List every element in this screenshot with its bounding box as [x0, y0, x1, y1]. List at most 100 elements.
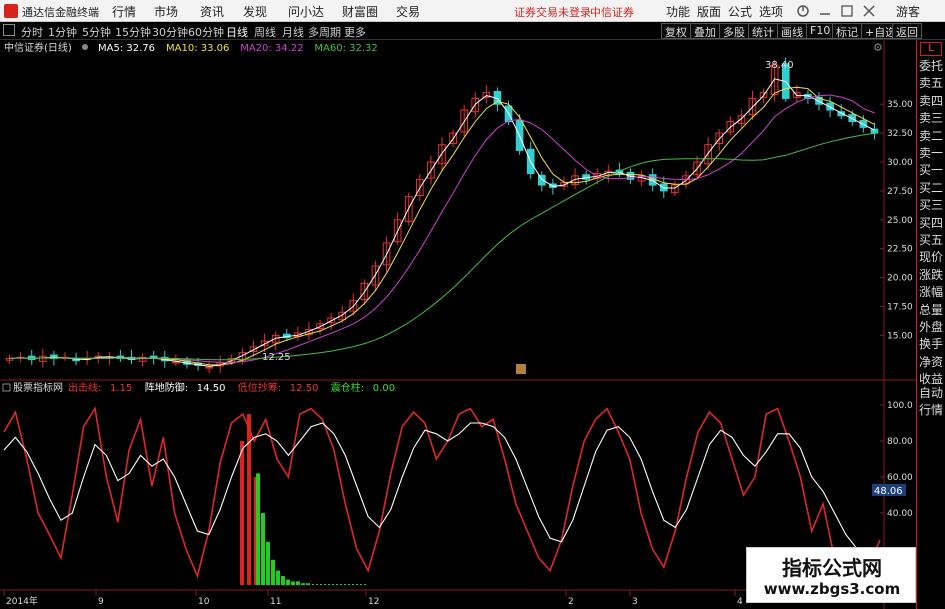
- sidebar-badge[interactable]: L: [920, 42, 942, 56]
- indicator-item-value: 0.00: [373, 383, 395, 394]
- sidebar-item[interactable]: 卖一: [919, 145, 945, 161]
- indicator-item-label: 震仓柱:: [331, 381, 364, 394]
- period-weekly[interactable]: 周线: [254, 24, 276, 40]
- indicator-item-value: 14.50: [197, 383, 226, 394]
- indicator-toggle-icon[interactable]: [2, 383, 11, 392]
- layout-button[interactable]: 版面: [697, 3, 721, 20]
- settings-gear-icon[interactable]: ⚙: [873, 41, 883, 54]
- indicator-name: 股票指标网: [13, 381, 63, 394]
- toolbar-back-icon[interactable]: [3, 24, 15, 36]
- green-tail-dot: [312, 584, 314, 585]
- f10-button[interactable]: F10: [806, 23, 835, 39]
- guest-label[interactable]: 游客: [896, 3, 920, 20]
- green-volume-bar: [276, 570, 280, 585]
- formula-button[interactable]: 公式: [728, 3, 752, 20]
- time-tick-label: 10: [198, 597, 210, 607]
- period-fenshi[interactable]: 分时: [21, 24, 43, 40]
- sidebar-item[interactable]: 买五: [919, 232, 945, 248]
- mark-button[interactable]: 标记: [832, 23, 862, 39]
- function-button[interactable]: 功能: [666, 3, 690, 20]
- ma-toggle-icon[interactable]: [82, 44, 88, 50]
- sidebar-item[interactable]: 卖三: [919, 110, 945, 126]
- ma-legend: MA5: 32.76 MA10: 33.06 MA20: 34.22 MA60: 32…: [82, 43, 378, 54]
- chart-canvas[interactable]: 中信证券(日线) MA5: 32.76 MA10: 33.06 MA20: 34.2…: [0, 40, 916, 609]
- menu-faxian[interactable]: 发现: [243, 3, 267, 20]
- period-multi[interactable]: 多周期: [308, 24, 341, 40]
- price-tick-label: 35.00: [887, 100, 913, 110]
- indicator-bars: [240, 414, 366, 585]
- sidebar-item[interactable]: 卖四: [919, 93, 945, 109]
- sidebar-item[interactable]: 买一: [919, 162, 945, 178]
- statistics-button[interactable]: 统计: [748, 23, 778, 39]
- menu-wenxiaoda[interactable]: 问小达: [288, 3, 324, 20]
- indicator-tick-label: 80.00: [887, 437, 913, 447]
- watermark-url: www.zbgs3.com: [763, 580, 901, 598]
- candlesticks: [5, 57, 879, 374]
- menu-caifuquan[interactable]: 财富圈: [342, 3, 378, 20]
- login-notice[interactable]: 证券交易未登录: [514, 4, 591, 20]
- period-1min[interactable]: 1分钟: [48, 24, 77, 40]
- overlay-button[interactable]: 叠加: [690, 23, 720, 39]
- multi-stock-button[interactable]: 多股: [719, 23, 749, 39]
- green-tail-dot: [352, 584, 354, 585]
- green-volume-bar: [256, 473, 260, 585]
- price-ticks: 35.00 32.50 30.00 27.50 25.00 22.50 20.00 17.50…: [880, 100, 913, 341]
- notification-icon[interactable]: [796, 4, 810, 18]
- green-tail-dot: [344, 584, 346, 585]
- period-5min[interactable]: 5分钟: [82, 24, 111, 40]
- sidebar-item[interactable]: 委托: [919, 58, 945, 74]
- sidebar-item[interactable]: 卖二: [919, 128, 945, 144]
- candle-body: [826, 102, 834, 111]
- draw-line-button[interactable]: 画线: [777, 23, 807, 39]
- period-15min[interactable]: 15分钟: [115, 24, 151, 40]
- green-tail-dot: [324, 584, 326, 585]
- minimize-icon[interactable]: [818, 4, 832, 18]
- sidebar-item[interactable]: 换手: [919, 336, 945, 352]
- ma-label: MA20: 34.22: [240, 43, 303, 54]
- sidebar-item[interactable]: 净资: [919, 354, 945, 370]
- app-name: 通达信金融终端: [22, 6, 99, 19]
- indicator-current-value: 48.06: [874, 486, 903, 497]
- sidebar-bottom-item[interactable]: 自动: [919, 385, 945, 401]
- back-button[interactable]: 返回: [892, 23, 922, 39]
- price-tick-label: 32.50: [887, 129, 913, 139]
- sidebar-item[interactable]: 买四: [919, 215, 945, 231]
- rights-adjust-button[interactable]: 复权: [661, 23, 691, 39]
- sidebar-bottom-item[interactable]: 行情: [919, 402, 945, 418]
- sidebar-item[interactable]: 涨幅: [919, 284, 945, 300]
- menu-shichang[interactable]: 市场: [154, 3, 178, 20]
- period-more[interactable]: 更多: [344, 24, 366, 40]
- green-volume-bar: [286, 579, 290, 585]
- time-tick-label: 3: [632, 597, 638, 607]
- chart-area[interactable]: 中信证券(日线) MA5: 32.76 MA10: 33.06 MA20: 34.2…: [0, 40, 916, 609]
- sidebar-item[interactable]: 卖五: [919, 75, 945, 91]
- price-tick-label: 22.50: [887, 245, 913, 255]
- menu-zixun[interactable]: 资讯: [200, 3, 224, 20]
- ma-label: MA5: 32.76: [98, 43, 155, 54]
- ma-line: [9, 94, 875, 363]
- options-button[interactable]: 选项: [759, 3, 783, 20]
- period-monthly[interactable]: 月线: [282, 24, 304, 40]
- price-tick-label: 27.50: [887, 187, 913, 197]
- red-volume-bar: [240, 441, 244, 585]
- period-daily[interactable]: 日线: [226, 24, 248, 40]
- event-marker-icon[interactable]: [516, 364, 526, 374]
- sidebar-item[interactable]: 外盘: [919, 319, 945, 335]
- close-icon[interactable]: [862, 4, 876, 18]
- menu-jiaoyi[interactable]: 交易: [396, 3, 420, 20]
- sidebar-item[interactable]: 涨跌: [919, 267, 945, 283]
- restore-icon[interactable]: [840, 4, 854, 18]
- green-volume-bar: [261, 513, 265, 585]
- indicator-item-label: 出击线:: [68, 381, 101, 394]
- menu-hangqing[interactable]: 行情: [112, 3, 136, 20]
- watermark: 指标公式网 www.zbgs3.com: [746, 547, 916, 603]
- sidebar-item[interactable]: 买三: [919, 197, 945, 213]
- price-tick-label: 20.00: [887, 274, 913, 284]
- period-60min[interactable]: 60分钟: [188, 24, 224, 40]
- sidebar-item[interactable]: 现价: [919, 249, 945, 265]
- time-tick-label: 11: [270, 597, 281, 607]
- green-volume-bar: [306, 583, 310, 585]
- sidebar-item[interactable]: 总量: [919, 302, 945, 318]
- period-30min[interactable]: 30分钟: [152, 24, 188, 40]
- sidebar-item[interactable]: 买二: [919, 180, 945, 196]
